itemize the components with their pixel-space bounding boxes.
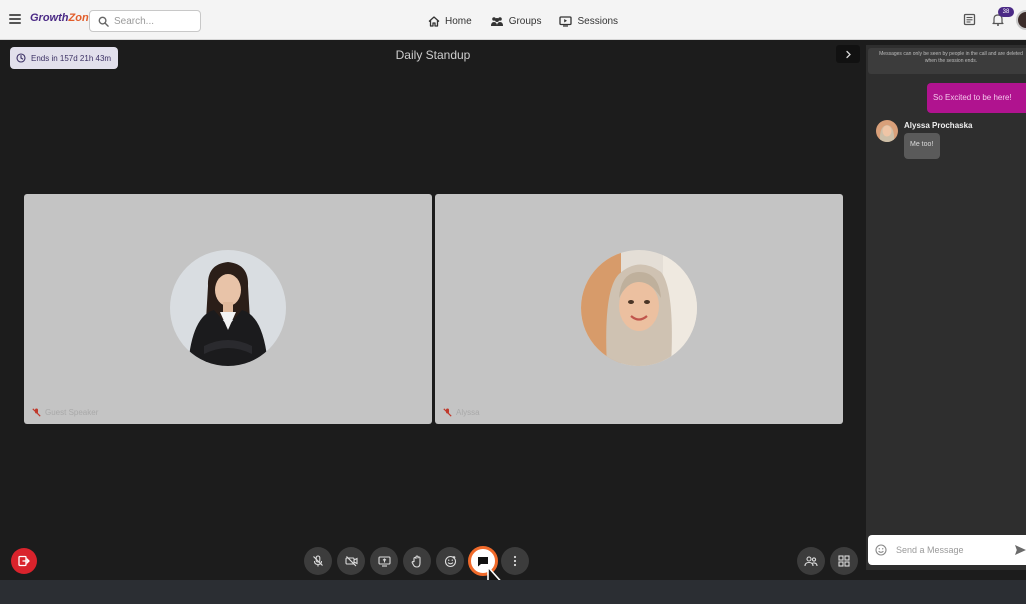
emoji-icon xyxy=(444,555,456,567)
participant-name: Guest Speaker xyxy=(45,408,99,417)
avatar xyxy=(876,120,898,142)
video-tile[interactable]: Alyssa xyxy=(435,194,843,424)
app-logo[interactable]: GrowthZone xyxy=(30,12,95,24)
send-icon[interactable] xyxy=(1014,544,1026,556)
leave-icon xyxy=(18,555,30,567)
chevron-right-icon xyxy=(845,50,851,58)
leave-call-button[interactable] xyxy=(11,548,37,574)
participant-name-label: Guest Speaker xyxy=(32,408,98,417)
video-tile[interactable]: Guest Speaker xyxy=(24,194,432,424)
collapse-chat-button[interactable] xyxy=(836,45,860,63)
participant-avatar xyxy=(170,250,286,366)
menu-icon[interactable] xyxy=(9,14,21,24)
mic-off-icon xyxy=(313,555,323,567)
search-icon xyxy=(98,16,109,27)
camera-off-icon xyxy=(344,556,358,567)
emoji-icon[interactable] xyxy=(875,544,887,556)
chat-message-input[interactable] xyxy=(896,543,1006,557)
participant-photo xyxy=(170,250,286,366)
groups-icon xyxy=(490,16,503,26)
logo-text: Growth xyxy=(30,12,69,24)
people-icon xyxy=(804,556,818,567)
home-icon xyxy=(428,15,440,27)
participant-name-label: Alyssa xyxy=(443,408,480,417)
avatar[interactable] xyxy=(1016,10,1026,30)
notification-badge: 38 xyxy=(998,7,1014,17)
grid-icon xyxy=(838,555,850,567)
reactions-button[interactable] xyxy=(436,547,464,575)
video-call-app: GrowthZone Home Groups Sessions 38 xyxy=(0,0,1026,580)
chat-icon xyxy=(478,556,488,566)
search-input[interactable] xyxy=(114,14,196,29)
chat-message: Me too! xyxy=(904,133,941,159)
raise-hand-button[interactable] xyxy=(403,547,431,575)
layout-button[interactable] xyxy=(830,547,858,575)
screen-share-icon xyxy=(377,556,391,567)
chat-privacy-notice: Messages can only be seen by people in t… xyxy=(868,48,1026,74)
camera-toggle-button[interactable] xyxy=(337,547,365,575)
participants-button[interactable] xyxy=(797,547,825,575)
news-icon[interactable] xyxy=(963,13,976,26)
nav-home[interactable]: Home xyxy=(428,12,472,30)
nav-groups[interactable]: Groups xyxy=(490,12,542,30)
chat-sender-name: Alyssa Prochaska xyxy=(904,121,973,130)
chat-panel: Messages can only be seen by people in t… xyxy=(866,45,1026,570)
mouse-cursor-icon xyxy=(487,566,501,580)
mic-off-icon xyxy=(32,408,41,417)
nav-groups-label: Groups xyxy=(508,15,542,27)
nav-sessions[interactable]: Sessions xyxy=(559,12,618,30)
mic-off-icon xyxy=(443,408,452,417)
chat-composer xyxy=(868,535,1026,565)
sessions-icon xyxy=(559,15,573,27)
participant-name: Alyssa xyxy=(456,408,480,417)
participant-avatar xyxy=(581,250,697,366)
desktop-bottom-strip xyxy=(0,580,1026,604)
screen-share-button[interactable] xyxy=(370,547,398,575)
participant-photo xyxy=(581,250,697,366)
nav-sessions-label: Sessions xyxy=(577,15,619,27)
hand-icon xyxy=(411,554,421,568)
more-icon xyxy=(513,555,517,567)
main-nav: Home Groups Sessions xyxy=(428,12,618,30)
meeting-title: Daily Standup xyxy=(395,48,471,62)
top-navigation-bar: GrowthZone Home Groups Sessions 38 xyxy=(0,0,1026,40)
sender-photo xyxy=(876,120,898,142)
mic-toggle-button[interactable] xyxy=(304,547,332,575)
nav-home-label: Home xyxy=(445,15,472,27)
search-box[interactable] xyxy=(89,10,201,32)
chat-message-mine: So Excited to be here! xyxy=(927,83,1026,113)
